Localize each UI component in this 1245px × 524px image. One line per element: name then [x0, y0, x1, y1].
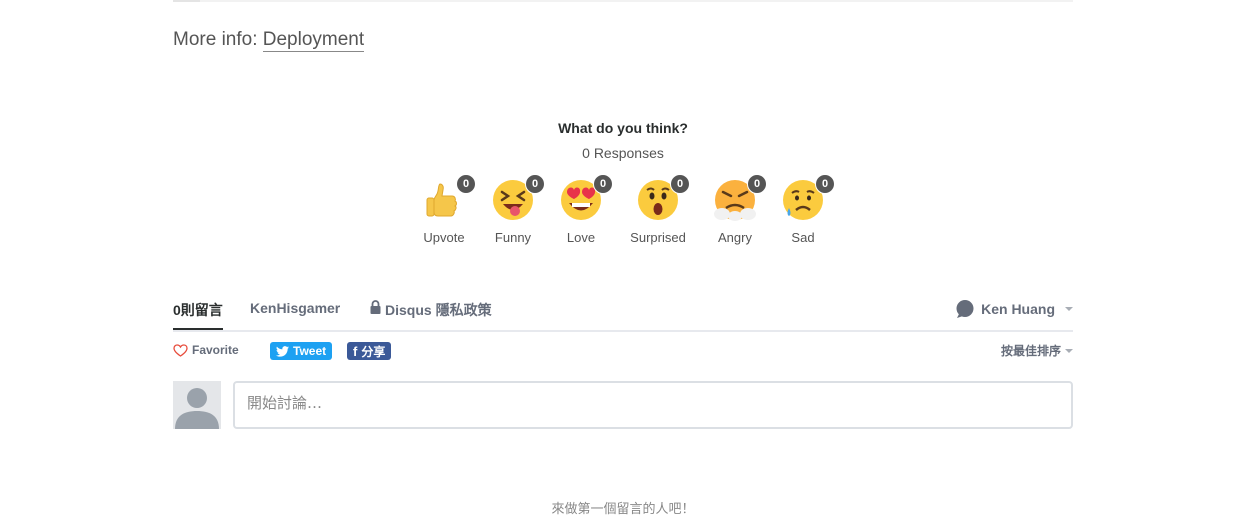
reaction-count-badge: 0 — [593, 174, 613, 194]
tweet-button[interactable]: Tweet — [270, 342, 333, 360]
heart-icon — [173, 343, 188, 357]
reaction-label: Love — [566, 230, 596, 245]
share-label: 分享 — [361, 344, 386, 359]
reactions-question: What do you think? — [558, 120, 688, 136]
reaction-label: Sad — [791, 230, 815, 245]
facebook-share-button[interactable]: f 分享 — [347, 342, 392, 360]
reaction-surprised[interactable]: 0 Surprised — [618, 174, 698, 245]
responses-count: 0 Responses — [582, 145, 664, 161]
comment-input[interactable] — [235, 383, 1059, 423]
reaction-count-badge: 0 — [815, 174, 835, 194]
reaction-love[interactable]: 0 Love — [541, 174, 621, 245]
tab-comments-count[interactable]: 0則留言 — [173, 300, 223, 330]
sort-label: 按最佳排序 — [1000, 344, 1061, 358]
twitter-bird-icon — [276, 345, 289, 357]
more-info: More info: Deployment — [173, 29, 365, 52]
speech-bubble-icon — [956, 300, 974, 318]
favorite-label: Favorite — [192, 343, 239, 357]
reactions-list: 0 Upvote 0 Funny 0 Love 0 Surprised 0 An… — [173, 174, 1073, 268]
facebook-f-icon: f — [353, 343, 358, 359]
lock-icon — [370, 300, 381, 314]
user-name: Ken Huang — [981, 301, 1055, 317]
comment-composer — [233, 381, 1073, 429]
reaction-sad[interactable]: 0 Sad — [763, 174, 843, 245]
reaction-label: Upvote — [423, 230, 465, 245]
user-menu[interactable]: Ken Huang — [955, 299, 1073, 319]
comments-tabs: 0則留言 KenHisgamer Disqus 隱私政策 Ken Huang — [173, 296, 1073, 332]
tab-privacy-policy[interactable]: Disqus 隱私政策 — [370, 300, 492, 330]
favorite-button[interactable]: Favorite — [173, 343, 239, 357]
tab-community[interactable]: KenHisgamer — [250, 300, 340, 330]
user-placeholder-icon — [173, 381, 221, 429]
avatar — [173, 381, 221, 429]
deployment-link[interactable]: Deployment — [262, 29, 365, 52]
top-divider — [173, 0, 1073, 2]
sort-dropdown[interactable]: 按最佳排序 — [1001, 342, 1073, 359]
empty-comments-message: 來做第一個留言的人吧！ — [551, 502, 695, 517]
comments-toolbar: Favorite Tweet f 分享 按最佳排序 — [173, 341, 1073, 361]
more-info-label: More info: — [173, 29, 258, 50]
reaction-count-badge: 0 — [670, 174, 690, 194]
reactions-section: What do you think? 0 Responses 0 Upvote — [173, 118, 1073, 245]
privacy-policy-label: Disqus 隱私政策 — [385, 302, 492, 318]
tweet-label: Tweet — [293, 344, 327, 358]
reaction-upvote[interactable]: 0 Upvote — [404, 174, 484, 245]
chevron-down-icon — [1065, 348, 1073, 353]
reaction-label: Surprised — [630, 230, 686, 245]
chevron-down-icon — [1065, 307, 1073, 311]
